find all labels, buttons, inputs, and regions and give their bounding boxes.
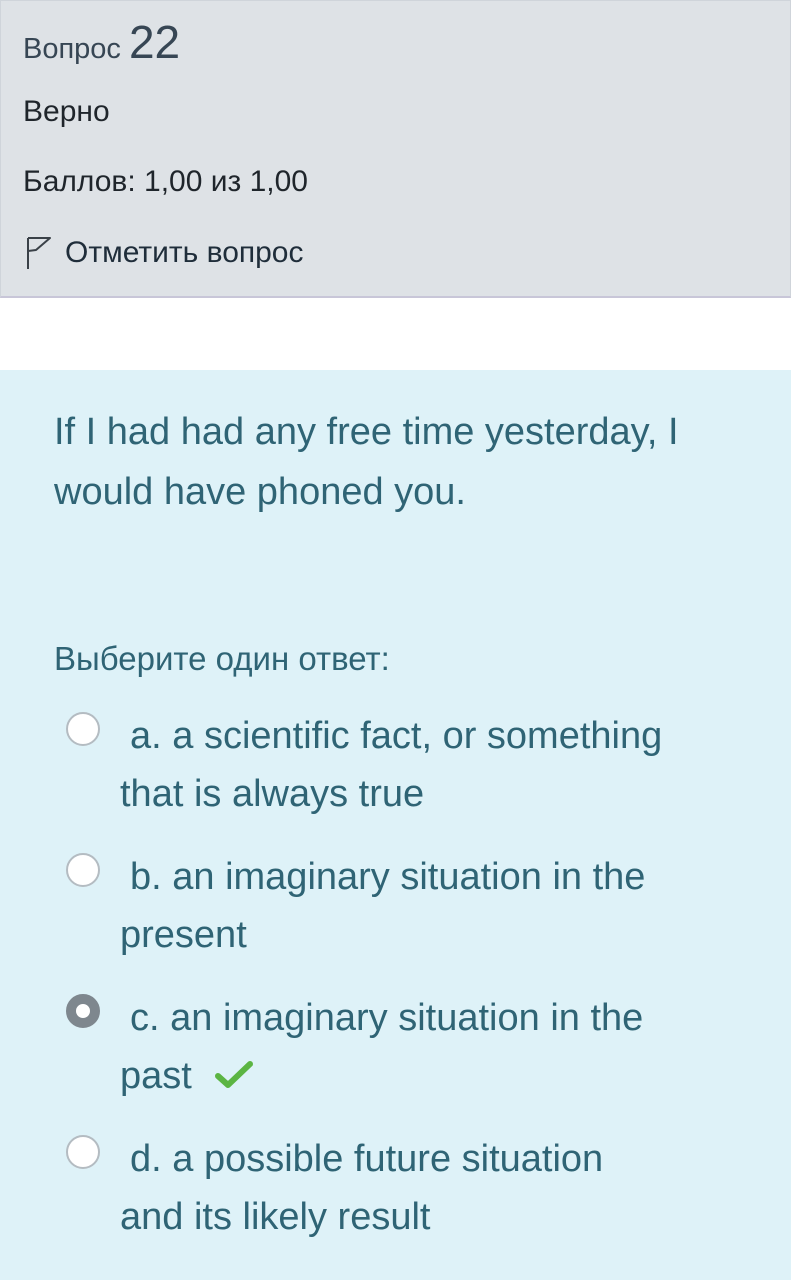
option-text-continued: past [120,1055,192,1097]
option-text-continued: and its likely result [120,1196,431,1238]
option-text-continued: present [120,914,247,956]
question-title: Вопрос 22 [23,15,180,69]
radio-button-selected[interactable] [66,994,100,1028]
option-text-continued-wrap: past [120,1046,254,1106]
radio-button[interactable] [66,712,100,746]
question-text: If I had had any free time yesterday, I … [54,411,679,513]
flag-question-link[interactable]: Отметить вопрос [25,233,304,273]
question-info-panel: Вопрос 22 Верно Баллов: 1,00 из 1,00 Отме… [0,0,791,298]
question-number: 22 [128,16,181,68]
option-text: a. a scientific fact, or something [130,715,663,757]
option-text-continued: that is always true [120,773,425,815]
radio-button[interactable] [66,853,100,887]
flag-question-label: Отметить вопрос [65,236,304,269]
checkmark-icon [215,1061,254,1088]
option-text: b. an imaginary situation in the [130,856,646,898]
question-grade: Баллов: 1,00 из 1,00 [23,165,308,198]
question-label: Вопрос [23,33,121,65]
answer-prompt: Выберите один ответ: [54,640,390,677]
question-content: If I had had any free time yesterday, I … [0,370,791,1280]
flag-outline-icon [27,237,51,269]
option-text: d. a possible future situation [130,1138,604,1180]
radio-button[interactable] [66,1135,100,1169]
question-state: Верно [23,95,110,128]
option-text: c. an imaginary situation in the [130,997,644,1039]
